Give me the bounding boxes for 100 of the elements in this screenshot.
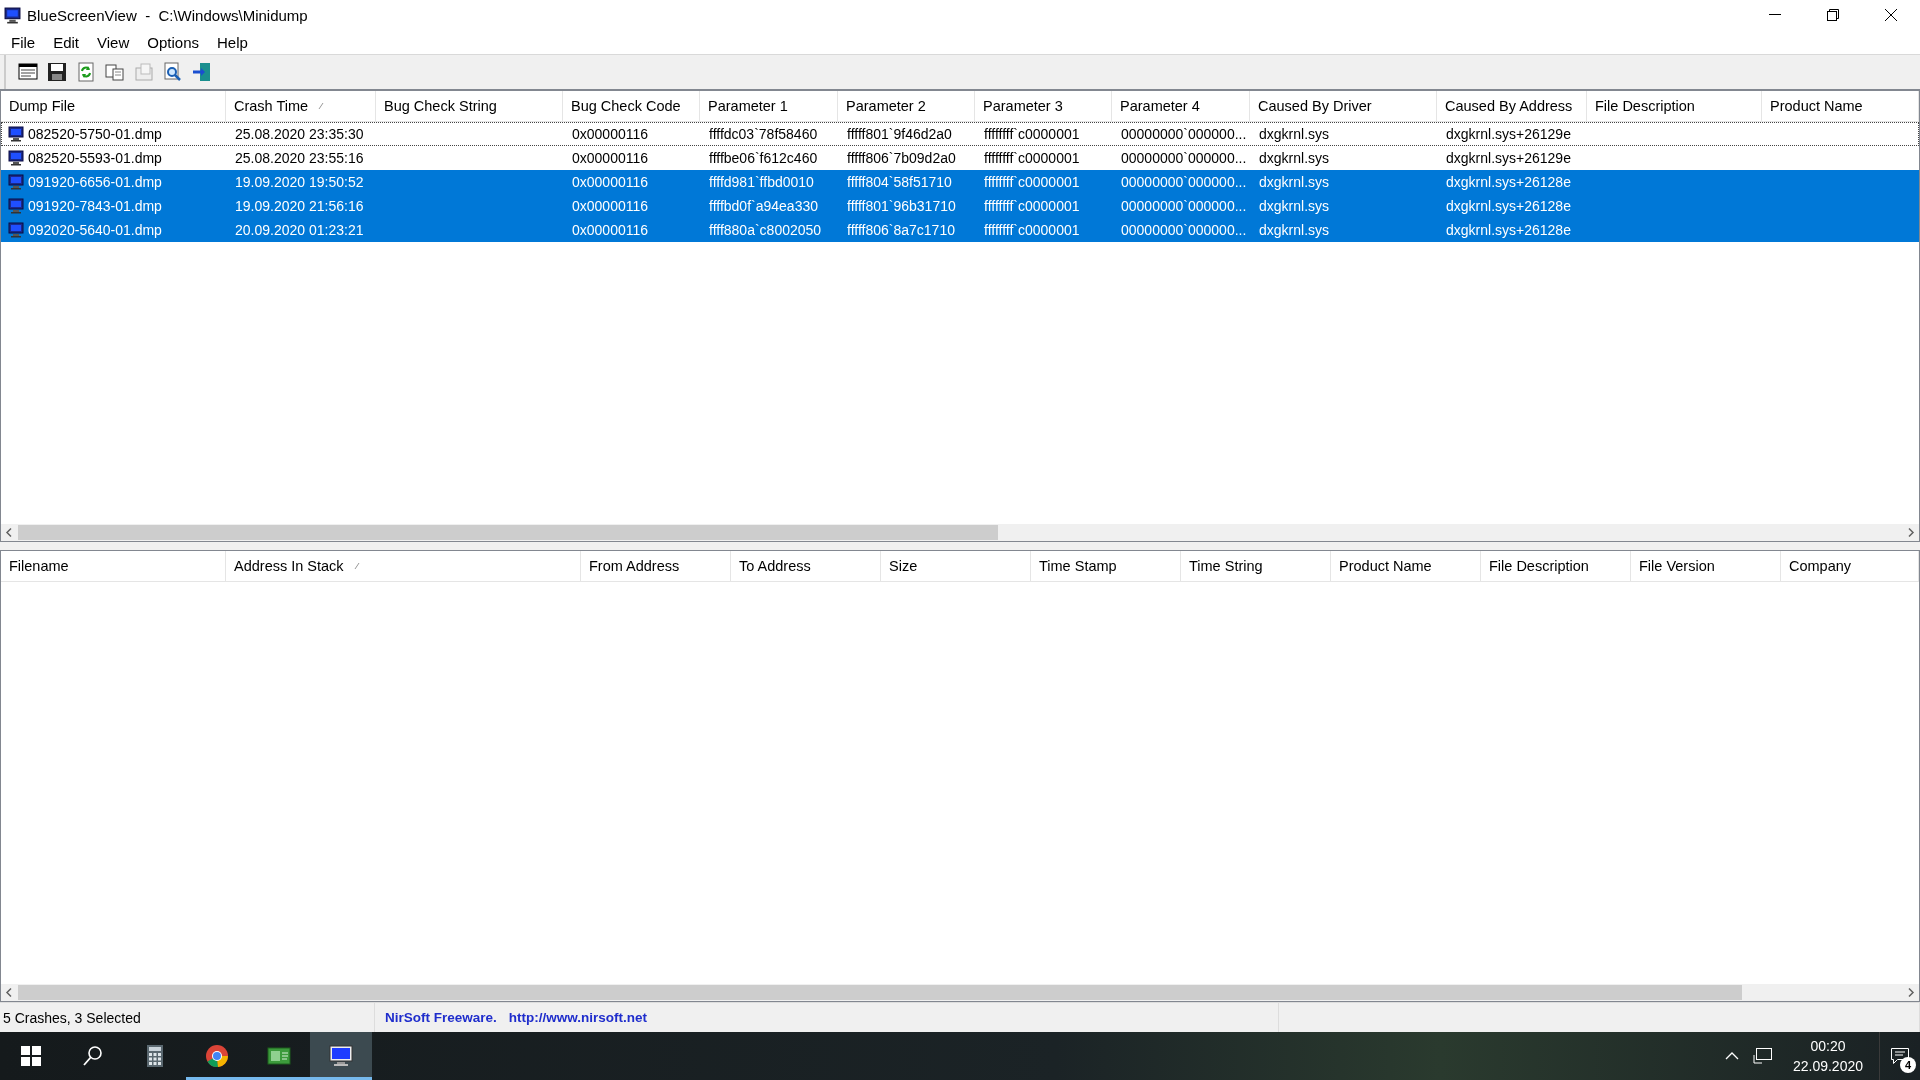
close-icon[interactable] [1884,8,1898,22]
table-cell-text: 19.09.2020 19:50:52 [234,174,365,190]
column-header[interactable]: Company [1781,551,1919,581]
column-header[interactable]: Caused By Driver [1250,91,1437,121]
scrollbar-thumb[interactable] [18,985,1742,1000]
app-icon [4,6,21,24]
table-cell-text: 00000000`000000... [1120,150,1248,166]
column-header[interactable]: Product Name [1762,91,1919,121]
chevron-up-icon[interactable] [1724,1051,1739,1061]
table-cell-text: 20.09.2020 01:23:21 [234,222,365,238]
table-cell-text: ffffd981`ffbd0010 [708,174,815,190]
window-icon[interactable] [18,62,38,82]
table-cell-text: fffff806`7b09d2a0 [846,150,957,166]
taskbar-button[interactable] [310,1032,372,1080]
column-header[interactable]: Parameter 2 [838,91,975,121]
column-header[interactable]: Parameter 4 [1112,91,1250,121]
minimize-icon[interactable] [1769,14,1781,16]
table-cell-text: dxgkrnl.sys+26128e [1445,174,1572,190]
table-cell-text: dxgkrnl.sys [1258,174,1331,190]
table-cell-text: ffffbe06`f612c460 [708,150,819,166]
column-header[interactable]: Address In Stack [226,551,581,581]
table-row[interactable]: 092020-5640-01.dmp 20.09.2020 01:23:21 0x00000116 ffff880a`c8002050 fffff806`8a7c1710 ffffffff`c0000001 00000000`000000... dxgkrnl.sys dxgkrnl.sys+26128e [1,218,1919,242]
table-cell-text: ffffffff`c0000001 [983,222,1081,238]
table-cell: 082520-5593-01.dmp [28,150,162,166]
network-icon[interactable] [1752,1047,1773,1065]
table-cell-text: dxgkrnl.sys+26129e [1445,150,1572,166]
browser-icon [205,1044,229,1068]
table-row[interactable]: 082520-5593-01.dmp 25.08.2020 23:55:16 0x00000116 ffffbe06`f612c460 fffff806`7b09d2a0 ffffffff`c0000001 00000000`000000... dxgkrnl.sys dxgkrnl.sys+26129e [1,146,1919,170]
sort-icon [318,102,325,110]
menu-item[interactable]: View [88,31,139,53]
search-icon[interactable] [163,62,183,82]
horizontal-scrollbar[interactable] [1,524,1919,541]
column-header[interactable]: Bug Check Code [563,91,700,121]
table-cell-text: ffffbd0f`a94ea330 [708,198,819,214]
column-header[interactable]: Crash Time [226,91,376,121]
column-header[interactable]: Filename [1,551,226,581]
table-cell-text: 0x00000116 [571,174,650,190]
menu-item[interactable]: Help [208,31,257,53]
table-cell: 092020-5640-01.dmp [28,222,162,238]
scrollbar-thumb[interactable] [18,525,998,540]
window-title: BlueScreenView - C:\Windows\Minidump [27,6,308,24]
website-link[interactable]: http://www.nirsoft.net [508,1010,648,1025]
table-cell-text: ffffffff`c0000001 [983,126,1081,142]
table-cell-text: dxgkrnl.sys [1258,126,1331,142]
monitor-icon [8,150,24,166]
restore-icon[interactable] [1827,9,1839,21]
monitor-icon [8,198,24,214]
table-row[interactable]: 082520-5750-01.dmp 25.08.2020 23:35:30 0x00000116 ffffdc03`78f58460 fffff801`9f46d2a0 ffffffff`c0000001 00000000`000000... dxgkrnl.sys dxgkrnl.sys+26129e [1,122,1919,146]
column-header[interactable]: Dump File [1,91,226,121]
table-cell: 091920-7843-01.dmp [28,198,162,214]
exit-icon[interactable] [192,62,212,82]
monitor-icon [8,174,24,190]
column-header[interactable]: File Version [1631,551,1781,581]
table-cell-text: dxgkrnl.sys+26128e [1445,222,1572,238]
table-cell-text: ffffffff`c0000001 [983,150,1081,166]
table-cell-text: dxgkrnl.sys [1258,198,1331,214]
table-cell-text: 25.08.2020 23:55:16 [234,150,365,166]
monitor-icon [329,1044,353,1068]
status-text: 5 Crashes, 3 Selected [3,1009,141,1026]
table-cell-text: dxgkrnl.sys+26128e [1445,198,1572,214]
picture-card-icon [267,1044,291,1068]
table-cell: 082520-5750-01.dmp [28,126,162,142]
column-header[interactable]: Time Stamp [1031,551,1181,581]
clock-date[interactable]: 22.09.2020 [1792,1056,1863,1076]
table-row[interactable]: 091920-7843-01.dmp 19.09.2020 21:56:16 0x00000116 ffffbd0f`a94ea330 fffff801`96b31710 ffffffff`c0000001 00000000`000000... dxgkrnl.sys dxgkrnl.sys+26128e [1,194,1919,218]
column-header[interactable]: Caused By Address [1437,91,1587,121]
column-header[interactable]: File Description [1481,551,1631,581]
refresh-icon[interactable] [76,62,96,82]
clock-time[interactable]: 00:20 [1810,1036,1846,1056]
column-header[interactable]: To Address [731,551,881,581]
table-cell: 091920-6656-01.dmp [28,174,162,190]
table-cell-text: 00000000`000000... [1120,222,1248,238]
table-cell-text: 0x00000116 [571,222,650,238]
column-header[interactable]: Bug Check String [376,91,563,121]
table-cell-text: 00000000`000000... [1120,126,1248,142]
column-header[interactable]: Parameter 1 [700,91,838,121]
menu-item[interactable]: Options [138,31,208,53]
menu-item[interactable]: Edit [44,31,89,53]
menu-item[interactable]: File [2,31,45,53]
search-icon [81,1044,105,1068]
horizontal-scrollbar[interactable] [1,984,1919,1001]
table-cell-text: ffffdc03`78f58460 [708,126,819,142]
table-cell-text: ffffffff`c0000001 [983,174,1081,190]
notification-count: 4 [1900,1057,1916,1073]
column-header[interactable]: From Address [581,551,731,581]
table-cell-text: dxgkrnl.sys [1258,150,1331,166]
table-cell-text: dxgkrnl.sys [1258,222,1331,238]
copy-icon[interactable] [105,62,125,82]
table-cell-text: 19.09.2020 21:56:16 [234,198,365,214]
column-header[interactable]: Time String [1181,551,1331,581]
column-header[interactable]: File Description [1587,91,1762,121]
monitor-icon [8,126,24,142]
table-cell-text: 0x00000116 [571,150,650,166]
table-cell-text: 25.08.2020 23:35:30 [234,126,365,142]
table-row[interactable]: 091920-6656-01.dmp 19.09.2020 19:50:52 0x00000116 ffffd981`ffbd0010 fffff804`58f51710 ffffffff`c0000001 00000000`000000... dxgkrnl.sys dxgkrnl.sys+26128e [1,170,1919,194]
column-header[interactable]: Product Name [1331,551,1481,581]
credit-text: NirSoft Freeware. [385,1010,497,1025]
column-header[interactable]: Parameter 3 [975,91,1112,121]
column-header[interactable]: Size [881,551,1031,581]
windows-logo-icon [19,1044,43,1068]
